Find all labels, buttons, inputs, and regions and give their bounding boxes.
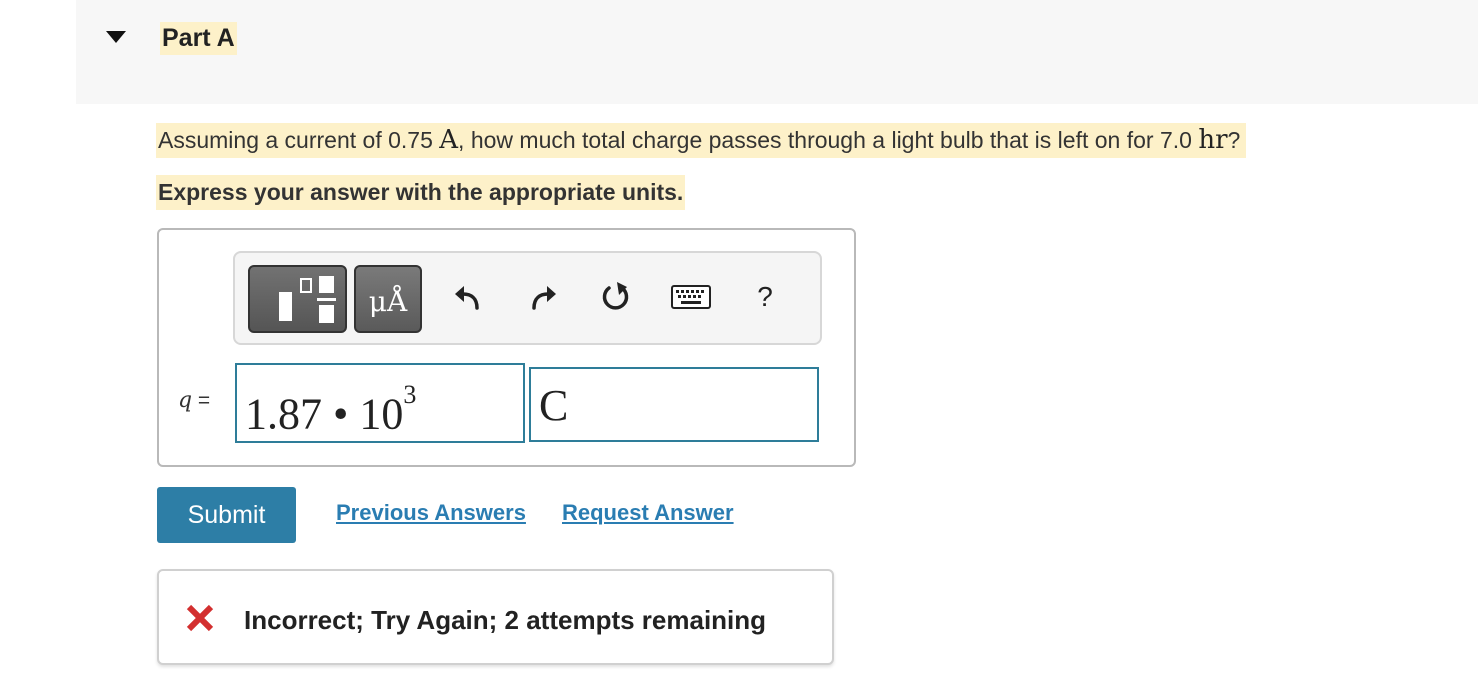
keyboard-icon[interactable] bbox=[667, 275, 715, 319]
units-button[interactable]: μÅ bbox=[354, 265, 422, 333]
undo-icon[interactable] bbox=[446, 275, 490, 319]
units-input[interactable]: C bbox=[529, 367, 819, 442]
answer-variable-label: q = bbox=[178, 388, 210, 413]
time-unit: hr bbox=[1198, 125, 1228, 155]
question-text-middle: , how much total charge passes through a… bbox=[458, 127, 1199, 153]
feedback-message: Incorrect; Try Again; 2 attempts remaini… bbox=[244, 605, 767, 635]
question-text: Assuming a current of 0.75 A, how much t… bbox=[156, 123, 1247, 158]
value-input[interactable]: 1.87 • 103 bbox=[235, 363, 525, 443]
question-text-after: ? bbox=[1227, 127, 1241, 153]
part-header bbox=[76, 0, 1478, 104]
current-unit: A bbox=[439, 125, 459, 155]
equals-sign: = bbox=[192, 389, 211, 412]
fraction-template-icon bbox=[279, 276, 336, 323]
math-toolbar: μÅ ? bbox=[233, 251, 822, 345]
value-mantissa: 1.87 • 10 bbox=[245, 389, 404, 439]
instruction-text: Express your answer with the appropriate… bbox=[156, 175, 686, 210]
variable-name: q bbox=[178, 388, 193, 413]
redo-icon[interactable] bbox=[521, 275, 565, 319]
previous-answers-link[interactable]: Previous Answers bbox=[336, 500, 526, 526]
part-title: Part A bbox=[160, 22, 237, 55]
feedback-box: Incorrect; Try Again; 2 attempts remaini… bbox=[157, 569, 834, 665]
submit-button[interactable]: Submit bbox=[157, 487, 296, 543]
reset-icon[interactable] bbox=[594, 275, 638, 319]
templates-button[interactable] bbox=[248, 265, 347, 333]
value-exponent: 3 bbox=[403, 380, 417, 409]
collapse-triangle-icon[interactable] bbox=[106, 31, 126, 43]
x-icon bbox=[186, 604, 214, 632]
question-text-before: Assuming a current of 0.75 bbox=[158, 127, 440, 153]
help-button[interactable]: ? bbox=[743, 275, 787, 319]
request-answer-link[interactable]: Request Answer bbox=[562, 500, 734, 526]
